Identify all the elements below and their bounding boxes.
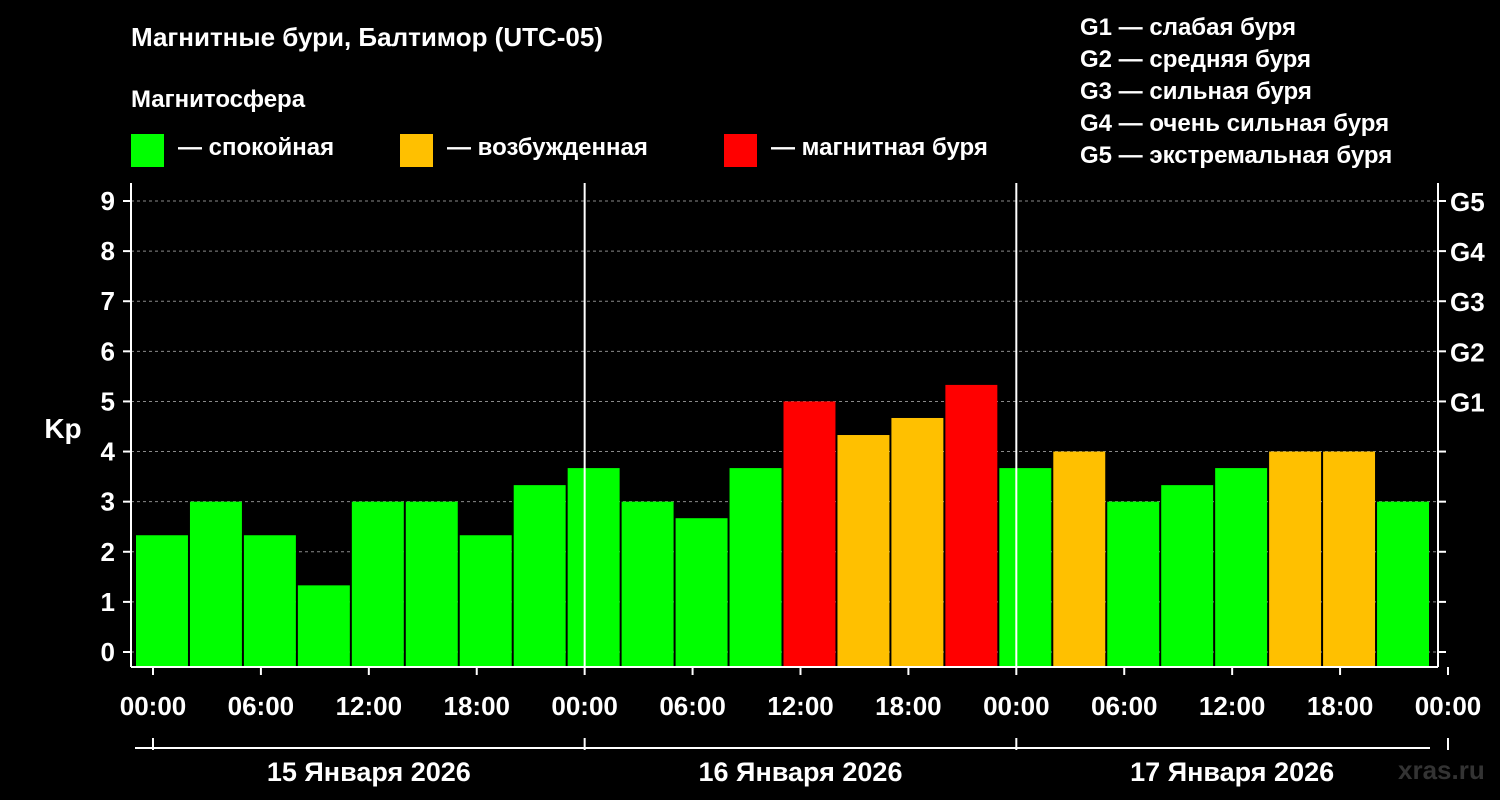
kp-bar [567, 468, 620, 667]
kp-bar [1323, 451, 1376, 667]
kp-bar [891, 417, 944, 667]
y-tick-label: 6 [101, 336, 115, 366]
y-tick-label: 4 [101, 437, 116, 467]
g-scale-label: G1 [1450, 387, 1485, 417]
y-axis-label: Kp [44, 413, 81, 444]
y-tick-label: 8 [101, 236, 115, 266]
kp-bar [675, 518, 728, 667]
kp-bar [513, 485, 566, 667]
kp-bar [189, 501, 242, 667]
day-label: 17 Января 2026 [1130, 757, 1334, 787]
kp-bar [945, 384, 998, 667]
y-tick-label: 0 [101, 637, 115, 667]
y-tick-label: 9 [101, 186, 115, 216]
x-tick-label: 12:00 [767, 691, 834, 721]
x-tick-label: 00:00 [551, 691, 618, 721]
kp-bar [1107, 501, 1160, 667]
x-tick-label: 00:00 [1415, 691, 1482, 721]
x-tick-label: 12:00 [336, 691, 403, 721]
kp-bar [459, 535, 512, 667]
day-label: 15 Января 2026 [267, 757, 471, 787]
x-tick-label: 18:00 [875, 691, 942, 721]
kp-bar [837, 435, 890, 667]
g-scale-label: G3 [1450, 287, 1485, 317]
y-tick-label: 2 [101, 537, 115, 567]
g-scale-label: G5 [1450, 187, 1485, 217]
y-tick-label: 3 [101, 487, 115, 517]
x-tick-label: 18:00 [443, 691, 510, 721]
x-tick-label: 18:00 [1307, 691, 1374, 721]
kp-bar-chart: 0 1 2 3 4 5 6 7 8 9 G1 G2 G3 G4 G5 Kp 00:00 06:00 12:00 18:… [44, 183, 1485, 787]
x-tick-label: 00:00 [120, 691, 187, 721]
g-scale-label: G4 [1450, 237, 1485, 267]
kp-bar [405, 501, 458, 667]
kp-bar [351, 501, 404, 667]
y-tick-label: 5 [101, 386, 115, 416]
y-tick-label: 1 [101, 587, 115, 617]
day-label: 16 Января 2026 [699, 757, 903, 787]
kp-bar [1161, 485, 1214, 667]
kp-bar [136, 535, 188, 667]
kp-bar [1269, 451, 1322, 667]
g-scale-label: G2 [1450, 337, 1485, 367]
x-tick-label: 12:00 [1199, 691, 1266, 721]
x-tick-label: 00:00 [983, 691, 1050, 721]
kp-bar [297, 585, 350, 667]
kp-bar [729, 468, 782, 667]
kp-bar [1377, 501, 1429, 667]
x-tick-label: 06:00 [228, 691, 295, 721]
watermark: xras.ru [1398, 755, 1485, 785]
kp-bar [783, 401, 836, 667]
x-tick-label: 06:00 [659, 691, 726, 721]
kp-bar [1215, 468, 1268, 667]
kp-bar [999, 468, 1052, 667]
kp-bar [243, 535, 296, 667]
kp-bar [621, 501, 674, 667]
kp-bar [1053, 451, 1106, 667]
y-tick-label: 7 [101, 286, 115, 316]
x-tick-label: 06:00 [1091, 691, 1158, 721]
